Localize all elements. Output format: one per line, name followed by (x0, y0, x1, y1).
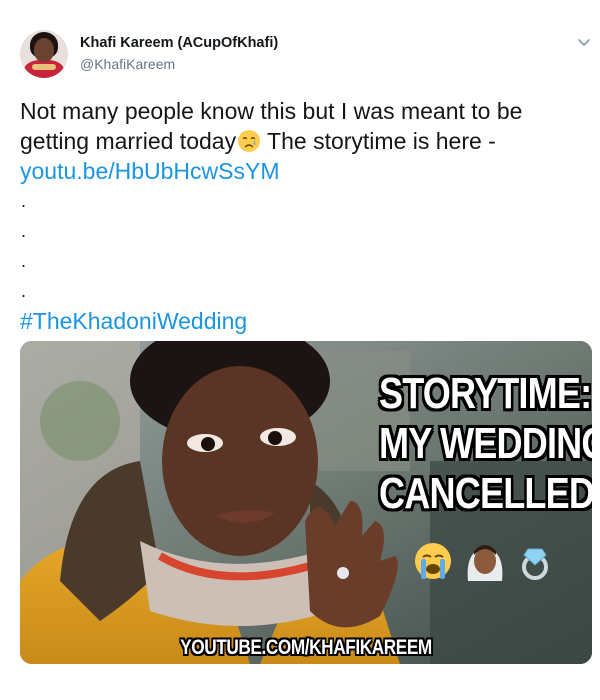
thumbnail-title-line: CANCELLED?! (379, 469, 592, 518)
tweet-text: Not many people know this but I was mean… (20, 96, 580, 336)
tweet-text-line-2: getting married today The storytime is h… (20, 126, 580, 156)
thumbnail-title-line: MY WEDDING (379, 419, 592, 468)
thumbnail-title: STORYTIME: MY WEDDING CANCELLED?! (379, 369, 592, 519)
avatar-face (34, 38, 54, 62)
ring-emoji-icon (522, 548, 548, 580)
tweet: Khafi Kareem (ACupOfKhafi) @KhafiKareem … (0, 0, 600, 700)
dot-separator: . (21, 251, 27, 271)
thumbnail-footer: YOUTUBE.COM/KHAFIKAREEM (180, 636, 432, 659)
dot-separator: . (21, 221, 27, 241)
dot-separator: . (21, 191, 27, 211)
tweet-text-line-1: Not many people know this but I was mean… (20, 98, 523, 124)
tweet-text-line-2-start: getting married today (20, 128, 237, 154)
avatar[interactable] (20, 30, 68, 78)
dot-separator: . (21, 281, 27, 301)
crying-face-emoji-icon (238, 130, 261, 152)
avatar-dress-trim (32, 64, 56, 70)
dot-separators: . . . . (20, 186, 580, 306)
thumbnail-emojis (415, 543, 548, 581)
youtube-link[interactable]: youtu.be/HbUbHcwSsYM (20, 156, 580, 186)
bride-with-veil-emoji-icon (467, 545, 503, 581)
author-handle[interactable]: @KhafiKareem (80, 56, 175, 72)
author-display-name[interactable]: Khafi Kareem (ACupOfKhafi) (80, 35, 278, 51)
media-thumbnail[interactable]: STORYTIME: MY WEDDING CANCELLED?! (20, 341, 592, 664)
thumbnail-title-line: STORYTIME: (379, 369, 592, 418)
loudly-crying-face-emoji-icon (415, 543, 451, 579)
chevron-down-icon[interactable] (576, 34, 592, 50)
tweet-text-line-2-end: The storytime is here - (261, 128, 496, 154)
hashtag-link[interactable]: #TheKhadoniWedding (20, 306, 580, 336)
